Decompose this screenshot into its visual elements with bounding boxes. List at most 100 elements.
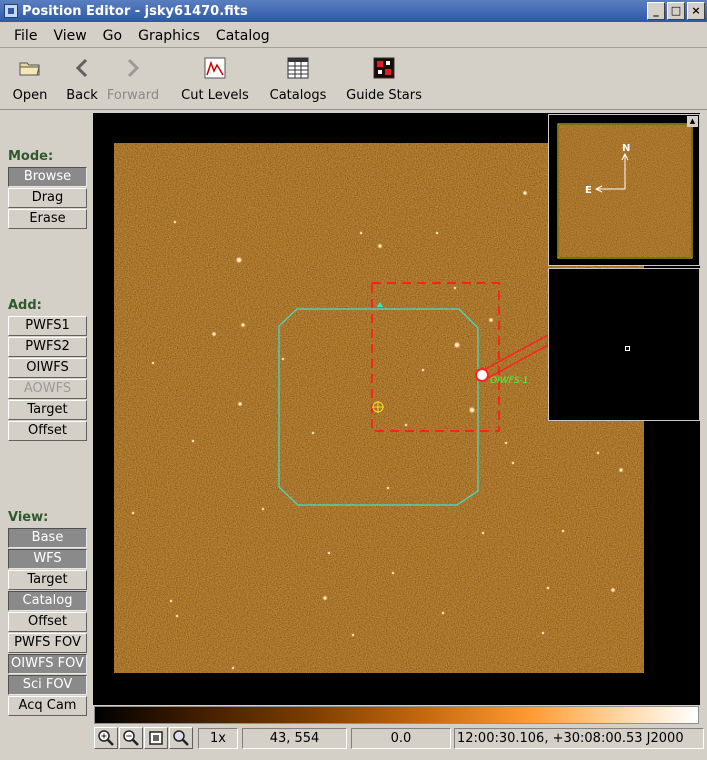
guide-stars-button[interactable]: Guide Stars bbox=[344, 54, 424, 103]
zoom-fit-icon bbox=[149, 731, 163, 745]
zoom-magnify-button[interactable] bbox=[169, 727, 193, 749]
star bbox=[235, 256, 243, 264]
compass-east: E bbox=[585, 185, 592, 196]
mode-label: Mode: bbox=[8, 149, 54, 164]
mode-drag-button[interactable]: Drag bbox=[8, 188, 87, 208]
menu-catalog[interactable]: Catalog bbox=[208, 28, 278, 44]
arrow-right-icon bbox=[104, 54, 162, 82]
menu-graphics[interactable]: Graphics bbox=[130, 28, 208, 44]
star bbox=[488, 317, 494, 323]
oiwfs-label: OIWFS-1 bbox=[490, 376, 529, 386]
mode-browse-button[interactable]: Browse bbox=[8, 167, 87, 187]
star bbox=[561, 529, 565, 533]
zoom-in-button[interactable] bbox=[94, 727, 118, 749]
view-target-button[interactable]: Target bbox=[8, 570, 87, 590]
add-pwfs1-button[interactable]: PWFS1 bbox=[8, 316, 87, 336]
zoom-window bbox=[548, 268, 700, 421]
add-aowfs-button[interactable]: AOWFS bbox=[8, 379, 87, 399]
zoom-level: 1x bbox=[198, 728, 238, 749]
star bbox=[240, 322, 246, 328]
star bbox=[175, 614, 179, 618]
star bbox=[151, 361, 155, 365]
view-wfs-button[interactable]: WFS bbox=[8, 549, 87, 569]
star bbox=[541, 631, 545, 635]
star bbox=[281, 357, 285, 361]
add-label: Add: bbox=[8, 298, 42, 313]
star bbox=[441, 611, 445, 615]
star bbox=[453, 286, 457, 290]
view-acq-cam-button[interactable]: Acq Cam bbox=[8, 696, 87, 716]
star bbox=[351, 633, 355, 637]
add-offset-button[interactable]: Offset bbox=[8, 421, 87, 441]
view-sci-fov-button[interactable]: Sci FOV bbox=[8, 675, 87, 695]
window-title: Position Editor - jsky61470.fits bbox=[22, 3, 248, 19]
star bbox=[404, 423, 408, 427]
view-base-button[interactable]: Base bbox=[8, 528, 87, 548]
star bbox=[610, 587, 616, 593]
view-pwfs-fov-button[interactable]: PWFS FOV bbox=[8, 633, 87, 653]
add-pwfs2-button[interactable]: PWFS2 bbox=[8, 337, 87, 357]
star bbox=[377, 243, 383, 249]
menu-file[interactable]: File bbox=[6, 28, 45, 44]
star bbox=[386, 486, 390, 490]
star bbox=[261, 507, 265, 511]
open-button[interactable]: Open bbox=[12, 54, 48, 103]
star bbox=[211, 331, 217, 337]
table-icon bbox=[266, 54, 330, 82]
app-icon bbox=[4, 4, 18, 18]
star bbox=[435, 231, 439, 235]
star bbox=[237, 401, 243, 407]
star bbox=[453, 341, 461, 349]
catalogs-button[interactable]: Catalogs bbox=[266, 54, 330, 103]
star bbox=[546, 586, 550, 590]
mode-erase-button[interactable]: Erase bbox=[8, 209, 87, 229]
cut-levels-button[interactable]: Cut Levels bbox=[180, 54, 250, 103]
star bbox=[359, 231, 363, 235]
star bbox=[131, 511, 135, 515]
arrow-left-icon bbox=[64, 54, 100, 82]
star bbox=[596, 451, 600, 455]
view-offset-button[interactable]: Offset bbox=[8, 612, 87, 632]
view-oiwfs-fov-button[interactable]: OIWFS FOV bbox=[8, 654, 87, 674]
star bbox=[231, 666, 235, 670]
forward-button[interactable]: Forward bbox=[104, 54, 162, 103]
zoom-fit-button[interactable] bbox=[144, 727, 168, 749]
magnifier-icon bbox=[173, 730, 189, 746]
colorbar[interactable] bbox=[94, 706, 699, 724]
star bbox=[311, 431, 315, 435]
star bbox=[327, 551, 331, 555]
menu-view[interactable]: View bbox=[45, 28, 94, 44]
star bbox=[618, 467, 624, 473]
star bbox=[322, 595, 328, 601]
view-catalog-button[interactable]: Catalog bbox=[8, 591, 87, 611]
star bbox=[481, 531, 485, 535]
guide-stars-icon bbox=[344, 54, 424, 82]
star bbox=[511, 461, 515, 465]
add-target-button[interactable]: Target bbox=[8, 400, 87, 420]
add-oiwfs-button[interactable]: OIWFS bbox=[8, 358, 87, 378]
star bbox=[173, 220, 177, 224]
star bbox=[504, 441, 508, 445]
pixel-coordinates: 43, 554 bbox=[242, 728, 347, 749]
close-button[interactable]: × bbox=[687, 2, 705, 20]
back-button[interactable]: Back bbox=[64, 54, 100, 103]
title-bar: Position Editor - jsky61470.fits _ □ × bbox=[0, 0, 707, 22]
menu-go[interactable]: Go bbox=[95, 28, 130, 44]
pan-scroll-up-icon[interactable]: ▲ bbox=[687, 116, 698, 127]
star bbox=[191, 439, 195, 443]
pixel-value: 0.0 bbox=[351, 728, 451, 749]
zoom-out-button[interactable] bbox=[119, 727, 143, 749]
compass-north: N bbox=[622, 143, 630, 154]
world-coordinates: 12:00:30.106, +30:08:00.53 J2000 bbox=[454, 728, 704, 749]
star bbox=[169, 599, 173, 603]
star bbox=[468, 406, 476, 414]
pan-window[interactable]: N E ▲ bbox=[548, 114, 700, 266]
histogram-icon bbox=[180, 54, 250, 82]
toolbar: Open Back Forward Cut Levels Catalogs Gu… bbox=[0, 50, 707, 110]
view-label: View: bbox=[8, 510, 49, 525]
minimize-button[interactable]: _ bbox=[647, 2, 665, 20]
star bbox=[421, 368, 425, 372]
folder-icon bbox=[12, 54, 48, 82]
maximize-button[interactable]: □ bbox=[667, 2, 685, 20]
guide-star-marker[interactable] bbox=[475, 368, 489, 382]
